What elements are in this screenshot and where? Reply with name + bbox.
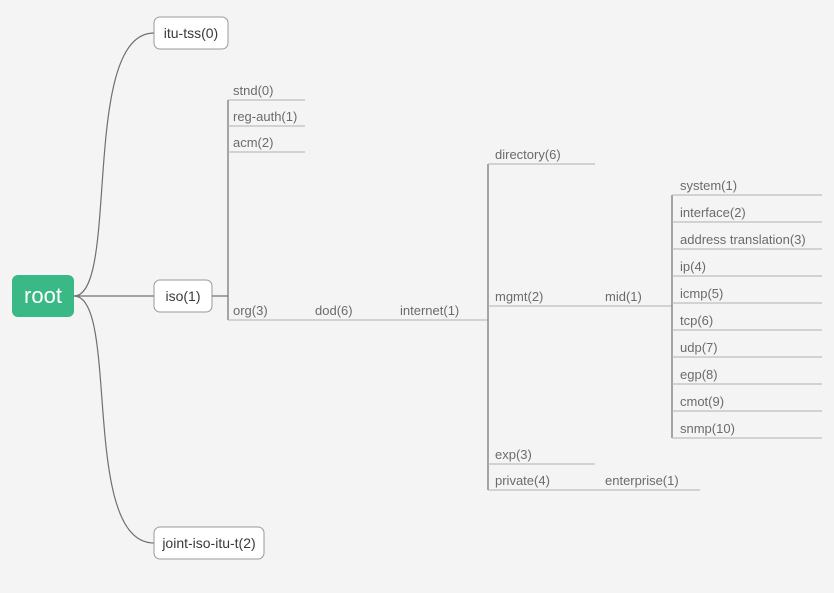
node-directory: directory(6) [488,147,595,164]
leaf-enterprise: enterprise(1) [605,473,679,488]
leaf-label: private(4) [495,473,550,488]
oid-tree-diagram: root itu-tss(0) iso(1) joint-iso-itu-t(2… [0,0,834,593]
leaf-label: egp(8) [680,367,718,382]
leaf-label: udp(7) [680,340,718,355]
path-org: org(3) [233,303,268,318]
node-label: itu-tss(0) [164,25,218,41]
node-private: private(4) enterprise(1) [488,473,700,490]
leaf-label: snmp(10) [680,421,735,436]
node-exp: exp(3) [488,447,595,464]
leaf-label: interface(2) [680,205,746,220]
path-mgmt: mgmt(2) [495,289,543,304]
leaf-label: ip(4) [680,259,706,274]
leaf-label: stnd(0) [233,83,273,98]
node-acm: acm(2) [228,135,305,152]
path-mid: mid(1) [605,289,642,304]
node-tcp: tcp(6) [672,313,822,330]
leaf-label: address translation(3) [680,232,806,247]
node-itu-tss: itu-tss(0) [154,17,228,49]
path-internet: internet(1) [400,303,459,318]
node-cmot: cmot(9) [672,394,822,411]
leaf-label: exp(3) [495,447,532,462]
node-system: system(1) [672,178,822,195]
node-egp: egp(8) [672,367,822,384]
node-stnd: stnd(0) [228,83,305,100]
node-joint-iso-itu-t: joint-iso-itu-t(2) [154,527,264,559]
leaf-label: system(1) [680,178,737,193]
node-root: root [12,275,74,317]
node-interface: interface(2) [672,205,822,222]
leaf-label: acm(2) [233,135,273,150]
leaf-label: cmot(9) [680,394,724,409]
root-label: root [24,283,62,308]
node-iso: iso(1) [154,280,212,312]
node-label: joint-iso-itu-t(2) [161,535,255,551]
edge-root-joint [74,296,154,543]
node-snmp: snmp(10) [672,421,822,438]
node-udp: udp(7) [672,340,822,357]
node-icmp: icmp(5) [672,286,822,303]
node-reg-auth: reg-auth(1) [228,109,305,126]
edge-root-itutss [74,33,154,296]
node-label: iso(1) [165,288,200,304]
leaf-label: directory(6) [495,147,561,162]
leaf-label: tcp(6) [680,313,713,328]
leaf-label: icmp(5) [680,286,723,301]
node-ip: ip(4) [672,259,822,276]
leaf-label: reg-auth(1) [233,109,297,124]
node-address-translation: address translation(3) [672,232,822,249]
path-dod: dod(6) [315,303,353,318]
